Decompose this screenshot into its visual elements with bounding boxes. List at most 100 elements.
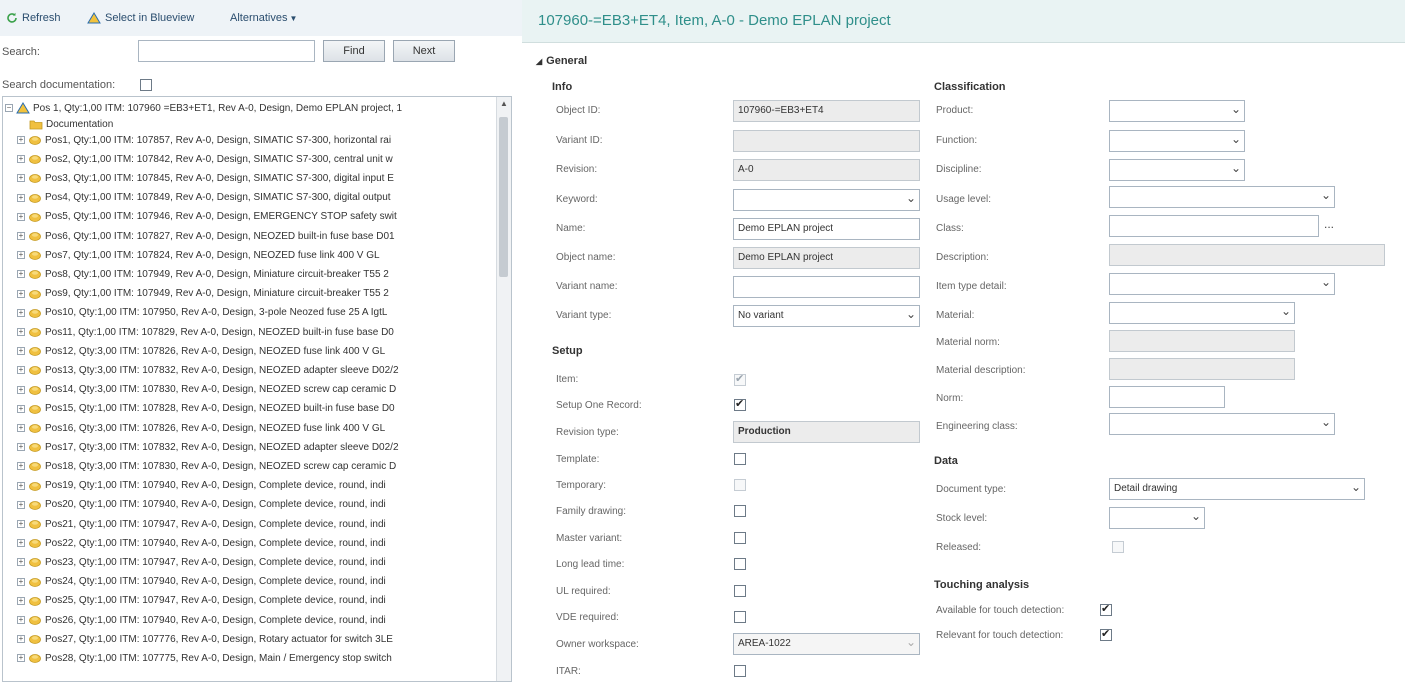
tree-node[interactable]: + Pos19, Qty:1,00 ITM: 107940, Rev A-0, D… <box>17 478 511 494</box>
object-name-field[interactable]: Demo EPLAN project <box>733 247 920 269</box>
scrollbar-thumb[interactable] <box>499 117 508 277</box>
tree-node[interactable]: + Pos15, Qty:1,00 ITM: 107828, Rev A-0, D… <box>17 401 511 417</box>
expand-icon[interactable]: + <box>17 596 25 605</box>
expand-icon[interactable]: + <box>17 500 25 509</box>
expand-icon[interactable]: + <box>17 193 25 202</box>
ul-required-checkbox[interactable] <box>734 585 746 597</box>
template-checkbox[interactable] <box>734 453 746 465</box>
description-field[interactable] <box>1109 244 1385 266</box>
next-button[interactable]: Next <box>393 40 455 62</box>
tree-node[interactable]: + Pos3, Qty:1,00 ITM: 107845, Rev A-0, De… <box>17 170 511 186</box>
owner-workspace-select[interactable]: AREA-1022 <box>733 633 920 655</box>
tree-node[interactable]: + Pos20, Qty:1,00 ITM: 107940, Rev A-0, D… <box>17 497 511 513</box>
item-type-detail-select[interactable] <box>1109 273 1335 295</box>
tree-node[interactable]: + Pos7, Qty:1,00 ITM: 107824, Rev A-0, De… <box>17 247 511 263</box>
variant-id-field[interactable] <box>733 130 920 152</box>
expand-icon[interactable]: + <box>17 366 25 375</box>
itar-checkbox[interactable] <box>734 665 746 677</box>
expand-icon[interactable]: + <box>17 328 25 336</box>
expand-icon[interactable]: + <box>17 404 25 413</box>
scroll-up-icon[interactable]: ▲ <box>498 99 510 111</box>
tree-node[interactable]: + Pos11, Qty:1,00 ITM: 107829, Rev A-0, D… <box>17 324 511 340</box>
general-section-header[interactable]: ◢ General <box>536 55 587 67</box>
expand-icon[interactable]: + <box>17 270 25 279</box>
expand-icon[interactable]: + <box>17 155 25 164</box>
tree-node[interactable]: + Pos28, Qty:1,00 ITM: 107775, Rev A-0, D… <box>17 650 511 666</box>
expand-icon[interactable]: + <box>17 481 25 490</box>
variant-name-input[interactable] <box>733 276 920 298</box>
tree-node[interactable]: + Pos27, Qty:1,00 ITM: 107776, Rev A-0, D… <box>17 631 511 647</box>
tree-node[interactable]: + Pos2, Qty:1,00 ITM: 107842, Rev A-0, De… <box>17 151 511 167</box>
class-input[interactable] <box>1109 215 1319 237</box>
master-variant-checkbox[interactable] <box>734 532 746 544</box>
setup-one-record-checkbox[interactable] <box>734 397 746 411</box>
keyword-select[interactable] <box>733 189 920 211</box>
expand-icon[interactable]: + <box>17 385 25 394</box>
tree-node[interactable]: + Pos21, Qty:1,00 ITM: 107947, Rev A-0, D… <box>17 516 511 532</box>
expand-icon[interactable]: + <box>17 462 25 471</box>
tree-node[interactable]: + Pos12, Qty:3,00 ITM: 107826, Rev A-0, D… <box>17 343 511 359</box>
select-in-blueview-button[interactable]: Select in Blueview <box>87 10 194 26</box>
tree-node[interactable]: + Pos26, Qty:1,00 ITM: 107940, Rev A-0, D… <box>17 612 511 628</box>
tree-root-node[interactable]: − Pos 1, Qty:1,00 ITM: 107960 =EB3+ET1, … <box>5 100 505 116</box>
tree-node[interactable]: + Pos13, Qty:3,00 ITM: 107832, Rev A-0, D… <box>17 362 511 378</box>
tree-scrollbar[interactable]: ▲ <box>496 97 511 681</box>
refresh-button[interactable]: Refresh <box>6 10 61 26</box>
object-id-field[interactable]: 107960-=EB3+ET4 <box>733 100 920 122</box>
name-input[interactable]: Demo EPLAN project <box>733 218 920 240</box>
expand-icon[interactable]: + <box>17 136 25 144</box>
document-type-select[interactable]: Detail drawing <box>1109 478 1365 500</box>
expand-icon[interactable]: + <box>17 251 25 260</box>
tree-node[interactable]: + Pos24, Qty:1,00 ITM: 107940, Rev A-0, D… <box>17 574 511 590</box>
tree-node[interactable]: + Pos6, Qty:1,00 ITM: 107827, Rev A-0, De… <box>17 228 511 244</box>
expand-icon[interactable]: + <box>17 232 25 240</box>
class-browse-button[interactable]: ... <box>1324 217 1334 231</box>
material-norm-field[interactable] <box>1109 330 1295 352</box>
material-description-field[interactable] <box>1109 358 1295 380</box>
find-button[interactable]: Find <box>323 40 385 62</box>
expand-icon[interactable]: + <box>17 520 25 528</box>
expand-icon[interactable]: + <box>17 558 25 567</box>
tree-node[interactable]: + Pos5, Qty:1,00 ITM: 107946, Rev A-0, De… <box>17 209 511 225</box>
discipline-select[interactable] <box>1109 159 1245 181</box>
search-input[interactable] <box>138 40 315 62</box>
tree-node[interactable]: + Pos25, Qty:1,00 ITM: 107947, Rev A-0, D… <box>17 593 511 609</box>
item-checkbox[interactable] <box>734 372 746 386</box>
tree-node-documentation[interactable]: Documentation <box>29 116 511 132</box>
tree-node[interactable]: + Pos18, Qty:3,00 ITM: 107830, Rev A-0, D… <box>17 458 511 474</box>
tree-node[interactable]: + Pos4, Qty:1,00 ITM: 107849, Rev A-0, De… <box>17 190 511 206</box>
function-select[interactable] <box>1109 130 1245 152</box>
expand-icon[interactable]: + <box>17 347 25 356</box>
stock-level-select[interactable] <box>1109 507 1205 529</box>
alternatives-menu[interactable]: Alternatives ▼ <box>230 10 297 26</box>
expand-icon[interactable]: + <box>17 308 25 317</box>
tree-node[interactable]: + Pos9, Qty:1,00 ITM: 107949, Rev A-0, De… <box>17 286 511 302</box>
expand-icon[interactable]: + <box>17 654 25 663</box>
expand-icon[interactable]: + <box>17 289 25 298</box>
usage-level-select[interactable] <box>1109 186 1335 208</box>
norm-input[interactable] <box>1109 386 1225 408</box>
tree-node[interactable]: + Pos23, Qty:1,00 ITM: 107947, Rev A-0, D… <box>17 554 511 570</box>
expand-icon[interactable]: + <box>17 616 25 624</box>
tree-node[interactable]: + Pos14, Qty:3,00 ITM: 107830, Rev A-0, D… <box>17 382 511 398</box>
temporary-checkbox[interactable] <box>734 479 746 491</box>
product-structure-tree[interactable]: − Pos 1, Qty:1,00 ITM: 107960 =EB3+ET1, … <box>2 96 512 682</box>
expand-icon[interactable]: + <box>17 174 25 183</box>
vde-required-checkbox[interactable] <box>734 611 746 623</box>
tree-node[interactable]: + Pos8, Qty:1,00 ITM: 107949, Rev A-0, De… <box>17 266 511 282</box>
family-drawing-checkbox[interactable] <box>734 505 746 517</box>
expand-icon[interactable]: + <box>17 424 25 432</box>
material-select[interactable] <box>1109 302 1295 324</box>
expand-icon[interactable]: + <box>17 212 25 221</box>
expand-icon[interactable]: + <box>17 577 25 586</box>
expand-icon[interactable]: + <box>17 635 25 644</box>
collapse-icon[interactable]: − <box>5 104 13 112</box>
engineering-class-select[interactable] <box>1109 413 1335 435</box>
tree-node[interactable]: + Pos17, Qty:3,00 ITM: 107832, Rev A-0, D… <box>17 439 511 455</box>
released-checkbox[interactable] <box>1112 541 1124 553</box>
search-documentation-checkbox[interactable] <box>140 79 152 91</box>
expand-icon[interactable]: + <box>17 539 25 548</box>
tree-node[interactable]: + Pos10, Qty:1,00 ITM: 107950, Rev A-0, D… <box>17 305 511 321</box>
revision-field[interactable]: A-0 <box>733 159 920 181</box>
revision-type-field[interactable]: Production <box>733 421 920 443</box>
